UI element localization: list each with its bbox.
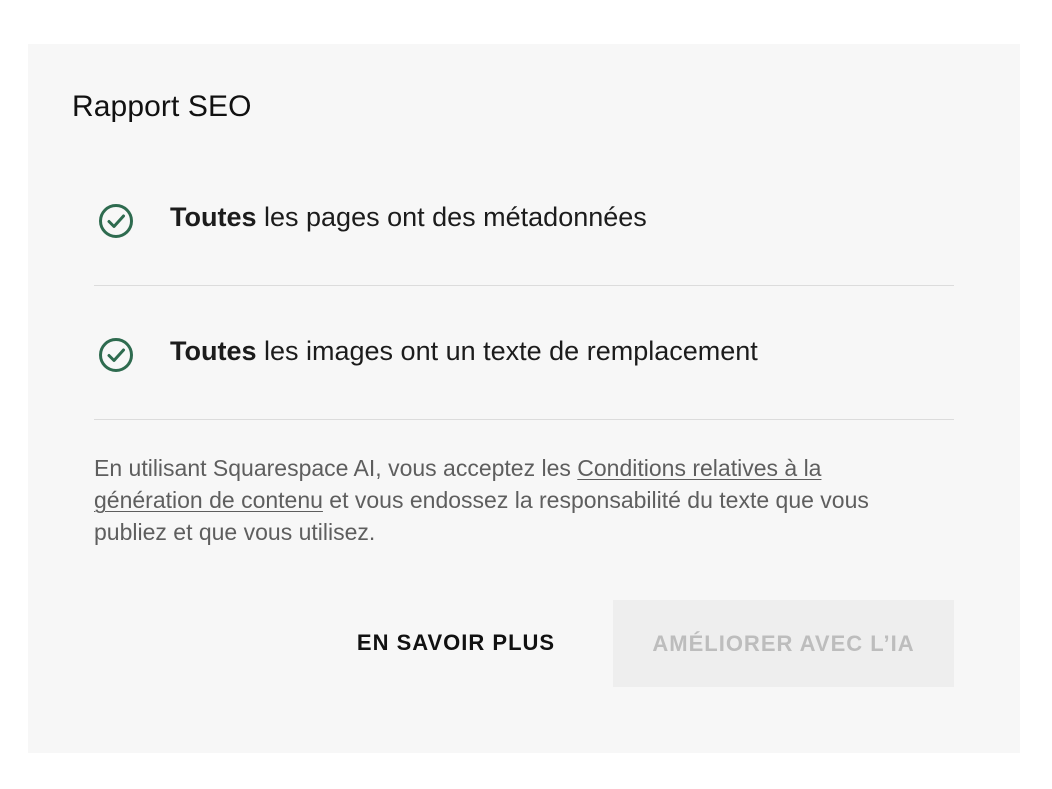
check-item-pages-metadata: Toutes les pages ont des métadonnées [94, 152, 954, 286]
check-circle-icon [99, 204, 133, 238]
seo-check-list: Toutes les pages ont des métadonnées Tou… [94, 152, 954, 420]
improve-with-ai-button[interactable]: AMÉLIORER AVEC L’IA [613, 600, 954, 687]
check-item-rest: les pages ont des métadonnées [256, 202, 647, 232]
check-item-label: Toutes les images ont un texte de rempla… [170, 336, 758, 367]
check-item-bold: Toutes [170, 336, 257, 366]
seo-report-panel: Rapport SEO Toutes les pages ont des mét… [28, 44, 1020, 753]
check-item-rest: les images ont un texte de remplacement [256, 336, 758, 366]
check-item-label: Toutes les pages ont des métadonnées [170, 202, 647, 233]
check-item-bold: Toutes [170, 202, 257, 232]
check-item-images-alt-text: Toutes les images ont un texte de rempla… [94, 286, 954, 420]
disclaimer-text-before: En utilisant Squarespace AI, vous accept… [94, 455, 578, 481]
ai-disclaimer: En utilisant Squarespace AI, vous accept… [94, 452, 924, 548]
learn-more-button[interactable]: EN SAVOIR PLUS [328, 600, 584, 686]
check-circle-icon [99, 338, 133, 372]
panel-title: Rapport SEO [72, 90, 252, 123]
